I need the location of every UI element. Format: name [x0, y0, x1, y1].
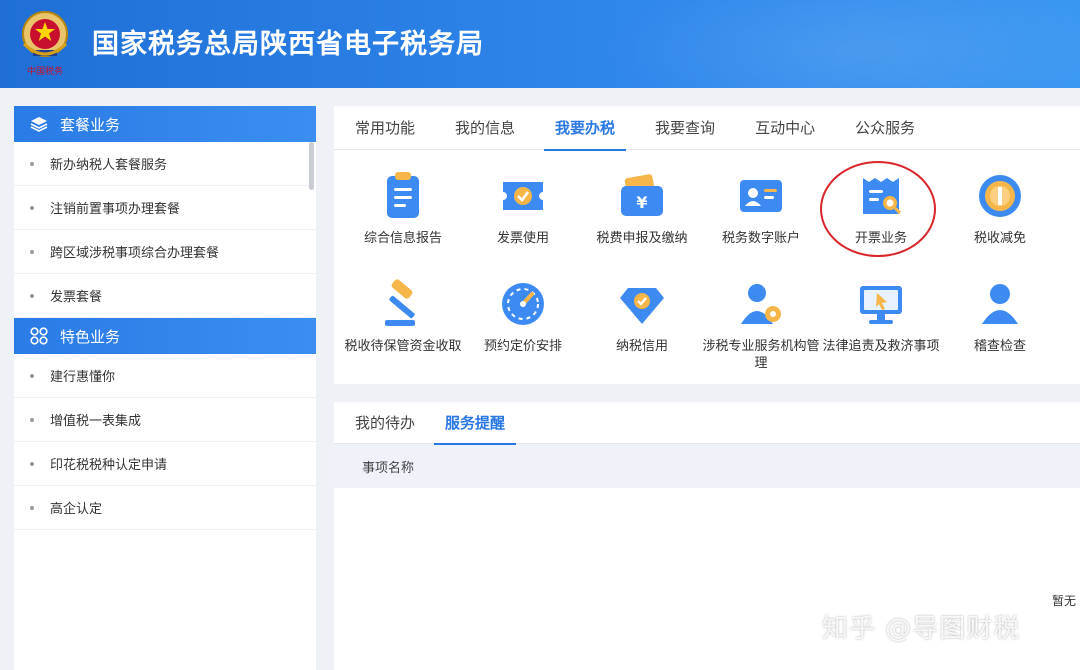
watermark: 知乎 @导图财税 — [822, 614, 1021, 644]
bullet-icon — [30, 373, 34, 378]
sidebar-item-new-taxpayer[interactable]: 新办纳税人套餐服务 — [14, 142, 316, 186]
sidebar-item-stamp-tax[interactable]: 印花税税种认定申请 — [14, 442, 316, 486]
coin-icon — [979, 175, 1021, 217]
svg-text:¥: ¥ — [636, 193, 647, 212]
gauge-icon — [502, 283, 544, 325]
table-header: 事项名称 — [334, 444, 1080, 488]
tab-common[interactable]: 常用功能 — [344, 106, 426, 150]
tab-service-reminder[interactable]: 服务提醒 — [434, 402, 517, 445]
tile-digital-account[interactable]: 税务数字账户 — [701, 170, 821, 247]
bullet-icon — [30, 505, 34, 510]
reminder-tabs: 我的待办 服务提醒 — [334, 402, 1080, 445]
sidebar: 套餐业务 新办纳税人套餐服务 注销前置事项办理套餐 跨区域涉税事项综合办理套餐 … — [14, 106, 316, 670]
tile-invoice-use[interactable]: 发票使用 — [463, 170, 583, 247]
sidebar-item-deregistration[interactable]: 注销前置事项办理套餐 — [14, 186, 316, 230]
wallet-yen-icon: ¥ — [621, 174, 663, 216]
tile-info-report[interactable]: 综合信息报告 — [343, 170, 463, 247]
bullet-icon — [30, 161, 34, 166]
highlight-circle — [820, 161, 936, 257]
tab-my-info[interactable]: 我的信息 — [444, 106, 526, 150]
ticket-check-icon — [503, 182, 543, 210]
id-card-icon — [740, 180, 782, 212]
bullet-icon — [30, 461, 34, 466]
tile-pricing-arrangement[interactable]: 预约定价安排 — [463, 278, 583, 355]
user-icon — [982, 284, 1018, 324]
user-gear-icon — [741, 284, 781, 324]
tile-service-agency[interactable]: 涉税专业服务机构管理 — [701, 278, 821, 372]
sidebar-item-invoice-package[interactable]: 发票套餐 — [14, 274, 316, 318]
sidebar-category-label: 特色业务 — [60, 327, 121, 346]
grid-apps-icon — [30, 327, 48, 345]
sidebar-item-high-tech[interactable]: 高企认定 — [14, 486, 316, 530]
sidebar-item-vat-integration[interactable]: 增值税一表集成 — [14, 398, 316, 442]
tab-query[interactable]: 我要查询 — [644, 106, 726, 150]
tile-inspection[interactable]: 稽查检查 — [940, 278, 1060, 355]
tile-legal-remedy[interactable]: 法律追责及救济事项 — [821, 278, 941, 355]
bullet-icon — [30, 293, 34, 298]
tab-interaction[interactable]: 互动中心 — [744, 106, 826, 150]
svg-text:中国税务: 中国税务 — [27, 65, 63, 77]
tile-tax-relief[interactable]: 税收减免 — [940, 170, 1060, 247]
column-header-item-name: 事项名称 — [362, 460, 415, 476]
layers-icon — [30, 117, 48, 132]
tab-tax-handling[interactable]: 我要办税 — [544, 106, 627, 151]
main-tabs: 常用功能 我的信息 我要办税 我要查询 互动中心 公众服务 — [334, 106, 1080, 151]
tile-custody-funds[interactable]: 税收待保管资金收取 — [343, 278, 463, 355]
tile-declare-pay[interactable]: ¥ 税费申报及缴纳 — [582, 170, 702, 247]
sidebar-scrollbar[interactable] — [309, 142, 314, 190]
gavel-icon — [385, 279, 415, 326]
bullet-icon — [30, 417, 34, 422]
bullet-icon — [30, 249, 34, 254]
clipboard-icon — [387, 172, 419, 218]
bullet-icon — [30, 205, 34, 210]
sidebar-item-ccb[interactable]: 建行惠懂你 — [14, 354, 316, 398]
sidebar-item-cross-region[interactable]: 跨区域涉税事项综合办理套餐 — [14, 230, 316, 274]
site-title: 国家税务总局陕西省电子税务局 — [92, 29, 484, 60]
sidebar-category-package[interactable]: 套餐业务 — [14, 106, 316, 142]
top-banner: 中国税务 国家税务总局陕西省电子税务局 — [0, 0, 1080, 88]
tab-public-service[interactable]: 公众服务 — [844, 106, 926, 150]
diamond-check-icon — [620, 288, 664, 324]
sidebar-category-featured[interactable]: 特色业务 — [14, 318, 316, 354]
tab-my-todo[interactable]: 我的待办 — [344, 402, 426, 444]
empty-state-text: 暂无 — [1052, 594, 1077, 608]
sidebar-category-label: 套餐业务 — [60, 115, 121, 134]
monitor-pointer-icon — [860, 286, 902, 324]
function-panel: 常用功能 我的信息 我要办税 我要查询 互动中心 公众服务 综合信息报告 发票使… — [334, 106, 1080, 384]
tax-emblem-icon: 中国税务 — [22, 11, 68, 77]
tile-credit[interactable]: 纳税信用 — [582, 278, 702, 355]
